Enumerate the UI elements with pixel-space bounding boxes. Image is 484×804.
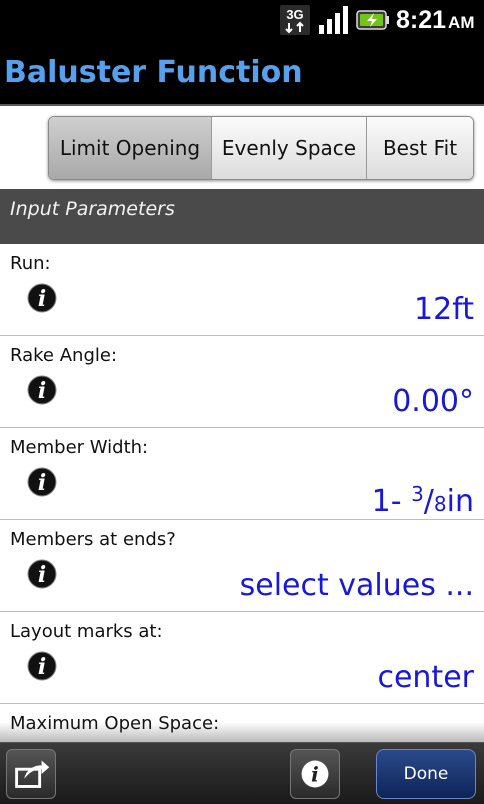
- param-row-layout-marks[interactable]: Layout marks at: i center: [0, 612, 484, 704]
- param-value[interactable]: 12ft: [414, 290, 474, 330]
- param-label: Run:: [10, 253, 51, 274]
- 3g-icon: 3G: [280, 5, 310, 35]
- tab-evenly-space[interactable]: Evenly Space: [212, 117, 367, 179]
- share-button[interactable]: [6, 749, 56, 799]
- value-numerator: 3: [411, 482, 424, 506]
- parameter-list: Run: i 12ft Rake Angle: i 0.00° Member W…: [0, 244, 484, 796]
- value-denominator: 8: [433, 492, 447, 516]
- title-bar: Baluster Function: [0, 40, 484, 106]
- param-value[interactable]: 1- 3/8in: [372, 474, 474, 524]
- param-label: Layout marks at:: [10, 621, 163, 642]
- param-row-run[interactable]: Run: i 12ft: [0, 244, 484, 336]
- info-icon[interactable]: i: [26, 466, 58, 498]
- param-label: Rake Angle:: [10, 345, 118, 366]
- param-value[interactable]: center: [377, 658, 474, 698]
- done-button[interactable]: Done: [376, 749, 476, 799]
- info-button[interactable]: i: [290, 749, 340, 799]
- value-unit: in: [446, 484, 474, 519]
- status-time: 8:21 AM: [396, 6, 475, 34]
- info-icon[interactable]: i: [26, 374, 58, 406]
- share-icon: [15, 760, 50, 788]
- function-tabs: Limit Opening Evenly Space Best Fit: [48, 116, 474, 180]
- section-header-label: Input Parameters: [10, 198, 175, 220]
- param-label: Maximum Open Space:: [10, 713, 220, 734]
- param-label: Member Width:: [10, 437, 149, 458]
- info-icon[interactable]: i: [26, 282, 58, 314]
- screen: 3G 8:21 AM Baluster Function Limit Openin…: [0, 0, 484, 804]
- svg-text:i: i: [38, 562, 46, 588]
- info-icon[interactable]: i: [26, 650, 58, 682]
- param-label: Members at ends?: [10, 529, 176, 550]
- param-row-member-width[interactable]: Member Width: i 1- 3/8in: [0, 428, 484, 520]
- battery-charging-icon: [356, 10, 389, 30]
- signal-icon: [319, 6, 348, 34]
- value-whole: 1-: [371, 484, 412, 519]
- svg-text:3G: 3G: [286, 7, 303, 22]
- info-icon[interactable]: i: [26, 558, 58, 590]
- param-row-rake-angle[interactable]: Rake Angle: i 0.00°: [0, 336, 484, 428]
- page-title: Baluster Function: [4, 55, 303, 90]
- param-value[interactable]: 0.00°: [392, 382, 474, 422]
- param-row-members-at-ends[interactable]: Members at ends? i select values ...: [0, 520, 484, 612]
- section-header: Input Parameters: [0, 189, 484, 244]
- tab-limit-opening[interactable]: Limit Opening: [49, 117, 212, 179]
- bottom-toolbar: i Done: [0, 742, 484, 804]
- svg-text:i: i: [38, 378, 46, 404]
- svg-text:i: i: [38, 286, 46, 312]
- param-value[interactable]: select values ...: [240, 566, 474, 606]
- svg-text:i: i: [38, 470, 46, 496]
- status-bar: 3G 8:21 AM: [0, 0, 484, 40]
- svg-text:i: i: [38, 654, 46, 680]
- svg-text:i: i: [311, 763, 319, 787]
- info-icon: i: [301, 760, 329, 788]
- fraction-slash: /: [423, 484, 434, 519]
- tab-best-fit[interactable]: Best Fit: [367, 117, 473, 179]
